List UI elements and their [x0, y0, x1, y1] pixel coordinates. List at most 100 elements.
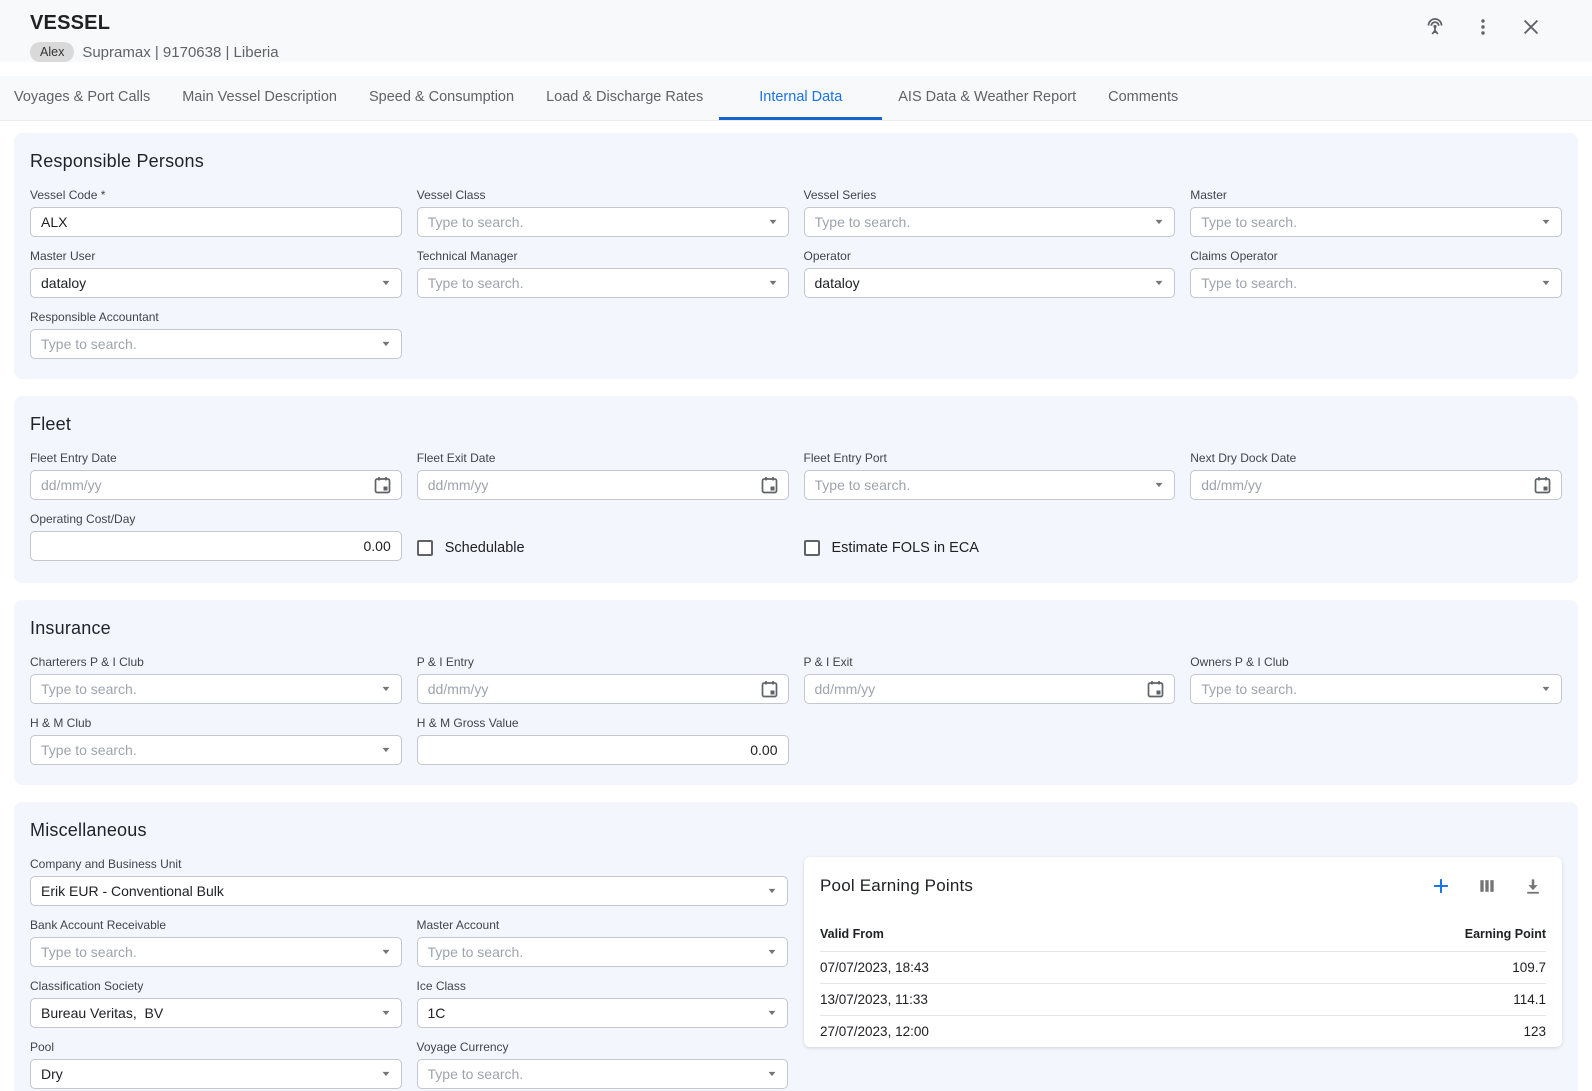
checkbox-label: Schedulable — [445, 540, 525, 556]
field-label: Responsible Accountant — [30, 310, 402, 324]
fleet-entry-port-select[interactable]: Type to search. — [804, 470, 1176, 500]
company-business-unit-select[interactable]: Erik EUR - Conventional Bulk — [30, 876, 788, 906]
hm-gross-value-input[interactable]: 0.00 — [417, 735, 789, 765]
chevron-down-icon — [1541, 686, 1551, 692]
field-vessel-code: Vessel Code * ALX — [30, 188, 402, 237]
master-user-select[interactable]: dataloy — [30, 268, 402, 298]
fleet-entry-date-input[interactable]: dd/mm/yy — [30, 470, 402, 500]
estimate-fols-checkbox[interactable] — [804, 540, 820, 556]
tab-load-discharge-rates[interactable]: Load & Discharge Rates — [530, 76, 719, 120]
tab-speed-consumption[interactable]: Speed & Consumption — [353, 76, 530, 120]
calendar-icon[interactable] — [374, 476, 391, 494]
table-row[interactable]: 13/07/2023, 11:33 114.1 — [820, 984, 1546, 1016]
master-account-select[interactable]: Type to search. — [417, 937, 789, 967]
valid-from-cell: 13/07/2023, 11:33 — [820, 984, 1236, 1016]
next-dry-dock-date-input[interactable]: dd/mm/yy — [1190, 470, 1562, 500]
section-title: Miscellaneous — [30, 820, 1562, 841]
chevron-down-icon — [381, 280, 391, 286]
pool-earning-points-title: Pool Earning Points — [820, 876, 973, 896]
field-label: P & I Exit — [804, 655, 1176, 669]
field-label: Vessel Class — [417, 188, 789, 202]
pool-select[interactable]: Dry — [30, 1059, 402, 1089]
field-label: Next Dry Dock Date — [1190, 451, 1562, 465]
operating-cost-day-input[interactable]: 0.00 — [30, 531, 402, 561]
field-label: Vessel Series — [804, 188, 1176, 202]
field-label: Bank Account Receivable — [30, 918, 402, 932]
field-next-dry-dock-date: Next Dry Dock Date dd/mm/yy — [1190, 451, 1562, 500]
section-title: Fleet — [30, 414, 1562, 435]
checkbox-label: Estimate FOLS in ECA — [832, 540, 979, 556]
calendar-icon[interactable] — [1147, 680, 1164, 698]
chevron-down-icon — [381, 747, 391, 753]
field-ice-class: Ice Class 1C — [417, 979, 789, 1028]
field-label: Ice Class — [417, 979, 789, 993]
field-vessel-class: Vessel Class Type to search. — [417, 188, 789, 237]
vessel-class-select[interactable]: Type to search. — [417, 207, 789, 237]
field-hm-club: H & M Club Type to search. — [30, 716, 402, 765]
tab-comments[interactable]: Comments — [1092, 76, 1194, 120]
table-row[interactable]: 07/07/2023, 18:43 109.7 — [820, 952, 1546, 984]
columns-icon[interactable] — [1474, 873, 1500, 899]
field-label: Operator — [804, 249, 1176, 263]
field-company-business-unit: Company and Business Unit Erik EUR - Con… — [30, 857, 788, 906]
tab-main-vessel-description[interactable]: Main Vessel Description — [166, 76, 353, 120]
claims-operator-select[interactable]: Type to search. — [1190, 268, 1562, 298]
schedulable-checkbox[interactable] — [417, 540, 433, 556]
chevron-down-icon — [767, 1071, 777, 1077]
calendar-icon[interactable] — [1534, 476, 1551, 494]
column-header-valid-from[interactable]: Valid From — [820, 921, 1236, 952]
hm-club-select[interactable]: Type to search. — [30, 735, 402, 765]
owners-pi-club-select[interactable]: Type to search. — [1190, 674, 1562, 704]
add-row-icon[interactable] — [1428, 873, 1454, 899]
field-responsible-accountant: Responsible Accountant Type to search. — [30, 310, 402, 359]
field-label: Pool — [30, 1040, 402, 1054]
calendar-icon[interactable] — [761, 476, 778, 494]
download-icon[interactable] — [1520, 873, 1546, 899]
section-title: Insurance — [30, 618, 1562, 639]
chevron-down-icon — [1154, 482, 1164, 488]
field-label: Vessel Code * — [30, 188, 402, 202]
field-label: Operating Cost/Day — [30, 512, 402, 526]
chevron-down-icon — [1541, 219, 1551, 225]
pi-entry-date-input[interactable]: dd/mm/yy — [417, 674, 789, 704]
fleet-exit-date-input[interactable]: dd/mm/yy — [417, 470, 789, 500]
voyage-currency-select[interactable]: Type to search. — [417, 1059, 789, 1089]
chevron-down-icon — [767, 1010, 777, 1016]
charterers-pi-club-select[interactable]: Type to search. — [30, 674, 402, 704]
field-master-user: Master User dataloy — [30, 249, 402, 298]
operator-select[interactable]: dataloy — [804, 268, 1176, 298]
technical-manager-select[interactable]: Type to search. — [417, 268, 789, 298]
tab-ais-data-weather-report[interactable]: AIS Data & Weather Report — [882, 76, 1092, 120]
column-header-earning-point[interactable]: Earning Point — [1236, 921, 1546, 952]
field-classification-society: Classification Society Bureau Veritas, B… — [30, 979, 402, 1028]
field-label: Fleet Exit Date — [417, 451, 789, 465]
classification-society-select[interactable]: Bureau Veritas, BV — [30, 998, 402, 1028]
earning-point-cell: 123 — [1236, 1016, 1546, 1048]
window-header: VESSEL Alex Supramax | 9170638 | Liberia — [0, 0, 1592, 62]
ice-class-select[interactable]: 1C — [417, 998, 789, 1028]
bank-account-receivable-select[interactable]: Type to search. — [30, 937, 402, 967]
field-label: P & I Entry — [417, 655, 789, 669]
page-title: VESSEL — [30, 12, 1576, 35]
chevron-down-icon — [1154, 219, 1164, 225]
responsible-accountant-select[interactable]: Type to search. — [30, 329, 402, 359]
section-responsible-persons: Responsible Persons Vessel Code * ALX Ve… — [14, 133, 1578, 379]
vessel-series-select[interactable]: Type to search. — [804, 207, 1176, 237]
section-title: Responsible Persons — [30, 151, 1562, 172]
field-schedulable: Schedulable — [417, 533, 789, 563]
section-insurance: Insurance Charterers P & I Club Type to … — [14, 600, 1578, 785]
chevron-down-icon — [768, 219, 778, 225]
close-icon[interactable] — [1518, 14, 1544, 40]
calendar-icon[interactable] — [761, 680, 778, 698]
pi-exit-date-input[interactable]: dd/mm/yy — [804, 674, 1176, 704]
vessel-code-input[interactable]: ALX — [30, 207, 402, 237]
table-row[interactable]: 27/07/2023, 12:00 123 — [820, 1016, 1546, 1048]
tab-internal-data[interactable]: Internal Data — [719, 76, 882, 120]
kebab-menu-icon[interactable] — [1470, 14, 1496, 40]
owner-badge: Alex — [30, 42, 74, 62]
chevron-down-icon — [767, 949, 777, 955]
broadcast-icon[interactable] — [1422, 14, 1448, 40]
tab-voyages-port-calls[interactable]: Voyages & Port Calls — [0, 76, 166, 120]
master-select[interactable]: Type to search. — [1190, 207, 1562, 237]
section-miscellaneous: Miscellaneous Company and Business Unit … — [14, 802, 1578, 1091]
